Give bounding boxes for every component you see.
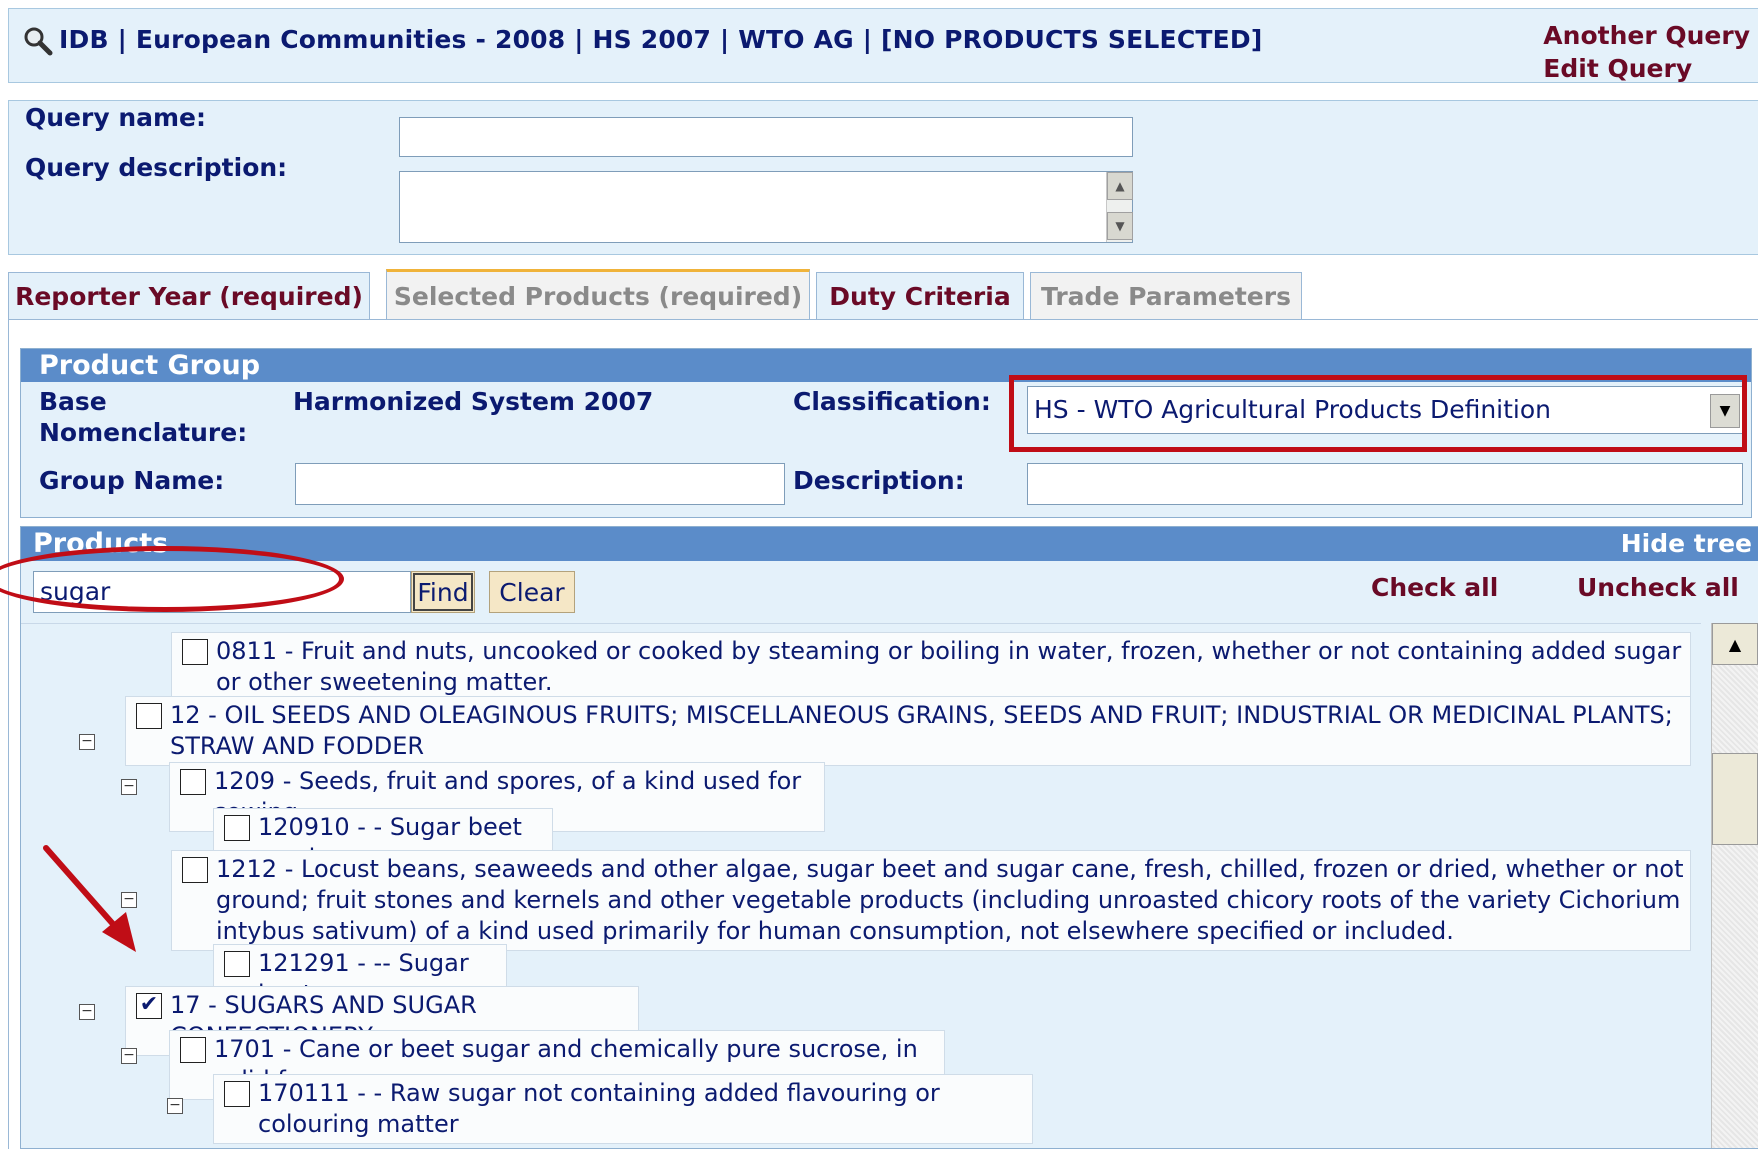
clear-button[interactable]: Clear xyxy=(489,571,575,613)
tree-node-label: 1212 - Locust beans, seaweeds and other … xyxy=(216,855,1684,945)
products-panel: Products Hide tree sugar Find Clear Chec… xyxy=(20,526,1758,1149)
tab-duty-criteria[interactable]: Duty Criteria xyxy=(816,272,1024,320)
tree-node-checkbox[interactable] xyxy=(182,639,208,665)
base-nomenclature-label-line1: Base xyxy=(39,387,107,416)
product-tree: 0811 - Fruit and nuts, uncooked or cooke… xyxy=(21,623,1701,1148)
query-details-panel: Query name: Query description: ▲ ▼ xyxy=(8,100,1758,255)
collapse-icon[interactable]: − xyxy=(79,734,95,750)
group-name-label: Group Name: xyxy=(39,466,225,495)
tree-node-checkbox[interactable] xyxy=(182,857,208,883)
base-nomenclature-value: Harmonized System 2007 xyxy=(293,387,654,416)
hide-tree-link[interactable]: Hide tree xyxy=(1621,527,1752,561)
tree-node-170111: 170111 - - Raw sugar not containing adde… xyxy=(213,1074,1033,1144)
query-name-input[interactable] xyxy=(399,117,1133,157)
search-highlight-oval xyxy=(0,546,344,612)
tab-selected-products[interactable]: Selected Products (required) xyxy=(386,269,810,320)
tab-trade-parameters[interactable]: Trade Parameters xyxy=(1030,272,1302,320)
classification-highlight-box xyxy=(1009,375,1747,452)
check-all-link[interactable]: Check all xyxy=(1371,573,1498,602)
base-nomenclature-label-line2: Nomenclature: xyxy=(39,418,248,447)
uncheck-all-link[interactable]: Uncheck all xyxy=(1577,573,1739,602)
collapse-icon[interactable]: − xyxy=(167,1098,183,1114)
tree-node-checkbox[interactable] xyxy=(224,815,250,841)
magnifier-icon xyxy=(24,27,53,56)
tree-node-label: 12 - OIL SEEDS AND OLEAGINOUS FRUITS; MI… xyxy=(170,701,1673,760)
tree-node-checkbox-checked[interactable]: ✔ xyxy=(136,993,162,1019)
tree-node-0811: 0811 - Fruit and nuts, uncooked or cooke… xyxy=(171,632,1691,702)
tab-bar: Reporter Year (required) Selected Produc… xyxy=(8,269,1758,320)
query-description-label: Query description: xyxy=(25,153,288,182)
group-name-input[interactable] xyxy=(295,463,785,505)
tree-node-label: 0811 - Fruit and nuts, uncooked or cooke… xyxy=(216,637,1682,696)
scroll-up-icon[interactable]: ▲ xyxy=(1107,172,1133,200)
tree-node-12: 12 - OIL SEEDS AND OLEAGINOUS FRUITS; MI… xyxy=(125,696,1691,766)
tree-scrollbar[interactable]: ▲ xyxy=(1711,623,1758,1148)
description-scrollbar[interactable]: ▲ ▼ xyxy=(1106,172,1133,242)
description-input[interactable] xyxy=(1027,463,1743,505)
query-name-label: Query name: xyxy=(25,103,207,132)
tree-node-checkbox[interactable] xyxy=(136,703,162,729)
find-button[interactable]: Find xyxy=(411,571,475,613)
tree-node-checkbox[interactable] xyxy=(224,1081,250,1107)
tree-node-checkbox[interactable] xyxy=(180,1037,206,1063)
page-title: IDB | European Communities - 2008 | HS 2… xyxy=(59,25,1263,54)
query-description-textarea[interactable]: ▲ ▼ xyxy=(399,171,1133,243)
tree-node-1212: 1212 - Locust beans, seaweeds and other … xyxy=(171,850,1691,951)
edit-query-link[interactable]: Edit Query xyxy=(1543,52,1750,85)
tree-node-label: 170111 - - Raw sugar not containing adde… xyxy=(258,1079,940,1138)
tree-node-checkbox[interactable] xyxy=(224,951,250,977)
description-label: Description: xyxy=(793,466,965,495)
tree-node-checkbox[interactable] xyxy=(180,769,206,795)
annotation-arrow-icon xyxy=(43,845,136,952)
collapse-icon[interactable]: − xyxy=(121,1048,137,1064)
collapse-icon[interactable]: − xyxy=(121,779,137,795)
tab-reporter-year[interactable]: Reporter Year (required) xyxy=(8,272,370,320)
scroll-up-icon[interactable]: ▲ xyxy=(1712,623,1758,665)
collapse-icon[interactable]: − xyxy=(79,1004,95,1020)
scrollbar-thumb[interactable] xyxy=(1712,753,1758,845)
query-header: IDB | European Communities - 2008 | HS 2… xyxy=(8,8,1758,83)
scroll-down-icon[interactable]: ▼ xyxy=(1107,212,1133,240)
another-query-link[interactable]: Another Query xyxy=(1543,19,1750,52)
classification-label: Classification: xyxy=(793,387,991,416)
